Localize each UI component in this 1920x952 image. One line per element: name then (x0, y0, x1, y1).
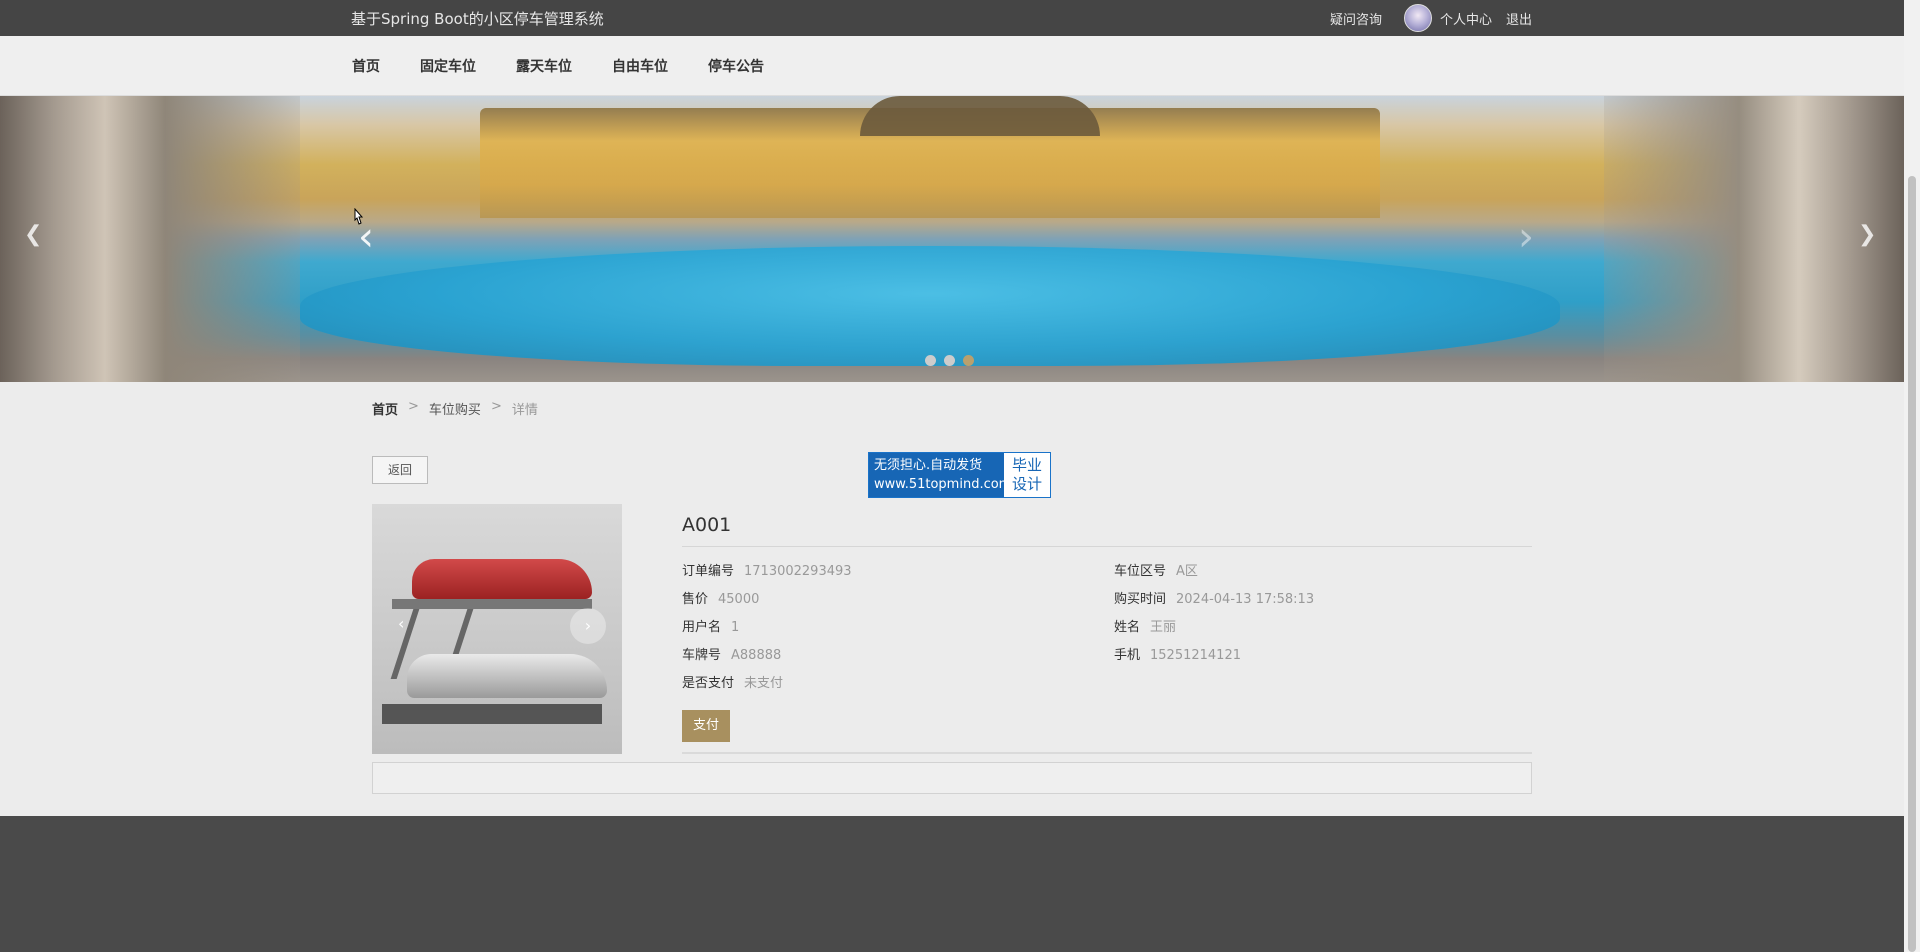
field-label: 售价 (682, 592, 709, 607)
ad-line2: www.51topmind.com (874, 477, 1012, 492)
field-order-number: 订单编号 1713002293493 (682, 560, 852, 579)
carousel-dot[interactable] (944, 355, 955, 366)
image-next-icon[interactable]: › (570, 608, 606, 644)
car-icon (412, 559, 592, 599)
ad-line1: 无须担心.自动发货 (874, 458, 983, 473)
field-value: 1 (731, 620, 740, 635)
field-phone: 手机 15251214121 (1114, 644, 1241, 663)
field-label: 购买时间 (1114, 592, 1167, 607)
carousel-dot-active[interactable] (963, 355, 974, 366)
field-value: 王丽 (1150, 620, 1177, 635)
breadcrumb-current: 详情 (511, 403, 538, 418)
banner-dome (860, 96, 1100, 136)
field-value: A88888 (731, 648, 782, 663)
logout-link[interactable]: 退出 (1506, 9, 1532, 28)
profile-link[interactable]: 个人中心 (1440, 9, 1492, 28)
field-value: A区 (1176, 564, 1198, 579)
carousel-dot[interactable] (925, 355, 936, 366)
main-nav: 首页 固定车位 露天车位 自由车位 停车公告 (0, 36, 1904, 96)
field-label: 订单编号 (682, 564, 735, 579)
top-bar: 基于Spring Boot的小区停车管理系统 疑问咨询 个人中心 退出 (0, 0, 1904, 36)
carousel-next-icon[interactable]: › (1518, 214, 1534, 260)
ad-left: 无须担心.自动发货 www.51topmind.com (869, 453, 1012, 497)
detail-footer-panel (372, 762, 1532, 794)
field-label: 姓名 (1114, 620, 1141, 635)
field-value: 45000 (718, 592, 760, 607)
mouse-cursor-icon (354, 208, 364, 225)
breadcrumb: 首页 > 车位购买 > 详情 (372, 399, 538, 418)
chevron-right-icon[interactable]: ❯ (1858, 222, 1876, 247)
divider (682, 546, 1532, 547)
field-label: 是否支付 (682, 676, 735, 691)
site-title: 基于Spring Boot的小区停车管理系统 (351, 10, 604, 28)
banner-pool (300, 246, 1560, 366)
pay-button[interactable]: 支付 (682, 710, 730, 742)
field-username: 用户名 1 (682, 616, 739, 635)
field-label: 车牌号 (682, 648, 722, 663)
breadcrumb-separator: > (490, 399, 502, 414)
page-footer (0, 816, 1904, 952)
field-label: 手机 (1114, 648, 1141, 663)
field-label: 用户名 (682, 620, 722, 635)
nav-item-home[interactable]: 首页 (352, 56, 380, 76)
nav-item-free-spaces[interactable]: 自由车位 (612, 56, 668, 76)
field-purchase-time: 购买时间 2024-04-13 17:58:13 (1114, 588, 1314, 607)
ad-banner[interactable]: 无须担心.自动发货 www.51topmind.com 毕业 设计 (868, 452, 1051, 498)
breadcrumb-separator: > (408, 399, 419, 414)
nav-item-open-air-spaces[interactable]: 露天车位 (516, 56, 572, 76)
field-value: 2024-04-13 17:58:13 (1176, 592, 1315, 607)
lift-platform (392, 599, 592, 609)
space-title: A001 (682, 514, 732, 536)
consult-link[interactable]: 疑问咨询 (1330, 9, 1382, 28)
vertical-scrollbar[interactable] (1904, 0, 1920, 952)
breadcrumb-home[interactable]: 首页 (372, 399, 398, 418)
divider (682, 752, 1532, 754)
field-paid-status: 是否支付 未支付 (682, 672, 783, 691)
nav-item-announcements[interactable]: 停车公告 (708, 56, 764, 76)
order-detail: A001 订单编号 1713002293493 售价 45000 用户名 1 车牌号 A… (682, 504, 1532, 754)
field-value: 1713002293493 (744, 564, 852, 579)
field-label: 车位区号 (1114, 564, 1167, 579)
lift-base (382, 704, 602, 724)
field-value: 未支付 (744, 676, 784, 691)
banner-image-left (0, 96, 300, 382)
back-button[interactable]: 返回 (372, 456, 428, 484)
field-plate-number: 车牌号 A88888 (682, 644, 781, 663)
breadcrumb-purchase[interactable]: 车位购买 (429, 399, 481, 418)
field-price: 售价 45000 (682, 588, 759, 607)
scrollbar-thumb[interactable] (1908, 176, 1916, 952)
parking-space-image: ‹ › (372, 504, 622, 754)
detail-content: 首页 > 车位购买 > 详情 返回 无须担心.自动发货 www.51topmin… (0, 382, 1904, 816)
ad-right: 毕业 设计 (1004, 453, 1050, 497)
top-links: 疑问咨询 个人中心 退出 (1330, 4, 1532, 32)
car-icon (407, 654, 607, 698)
field-name: 姓名 王丽 (1114, 616, 1176, 635)
chevron-left-icon[interactable]: ❮ (24, 222, 42, 247)
avatar[interactable] (1403, 4, 1432, 32)
image-prev-icon[interactable]: ‹ (398, 614, 404, 633)
carousel-dots (925, 355, 974, 366)
banner-carousel[interactable]: ❮ ‹ › ❯ (0, 96, 1904, 382)
ad-right1: 毕业 (1011, 456, 1042, 474)
nav-item-fixed-spaces[interactable]: 固定车位 (420, 56, 476, 76)
ad-right2: 设计 (1011, 475, 1042, 493)
field-zone: 车位区号 A区 (1114, 560, 1198, 579)
field-value: 15251214121 (1150, 648, 1241, 663)
